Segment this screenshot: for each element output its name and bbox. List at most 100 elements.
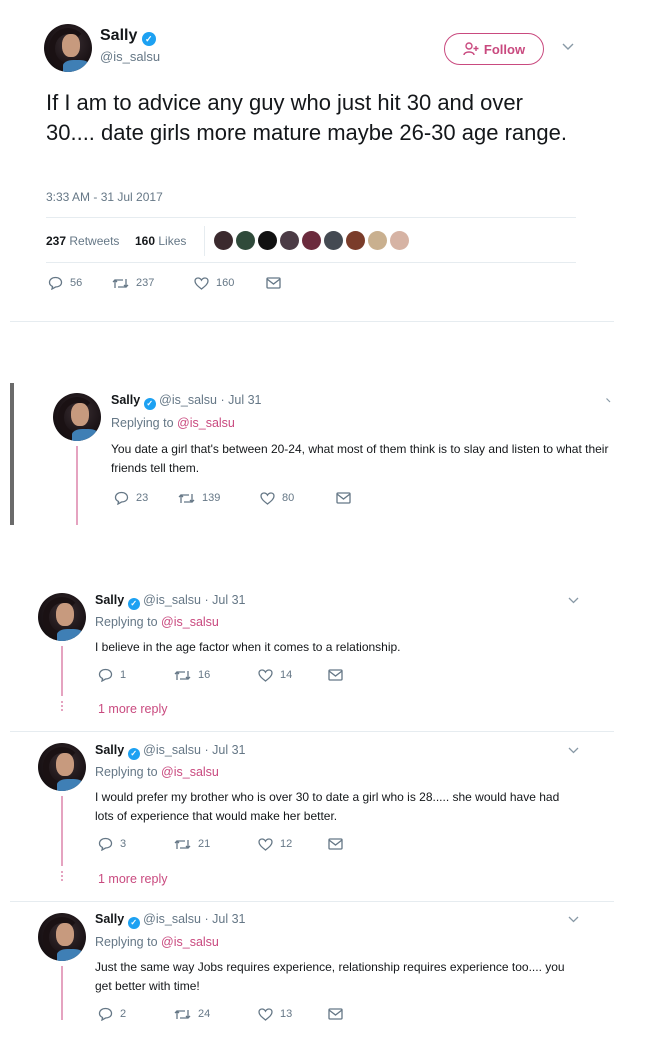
main-tweet-actions: 56 237 160	[48, 276, 281, 290]
main-tweet-avatar[interactable]	[44, 24, 92, 72]
add-user-icon	[463, 42, 479, 56]
reply-header: Sally ✓ @is_salsu · Jul 31	[95, 743, 246, 760]
liker-avatar[interactable]	[390, 231, 409, 250]
reply-handle[interactable]: @is_salsu	[143, 743, 201, 757]
reply-button[interactable]: 1	[98, 668, 174, 682]
retweet-button[interactable]: 24	[174, 1008, 258, 1021]
reply-date[interactable]: · Jul 31	[205, 593, 246, 607]
likes-label: Likes	[158, 234, 187, 248]
envelope-icon	[328, 1008, 343, 1020]
like-button[interactable]: 160	[194, 276, 266, 290]
follow-button[interactable]: Follow	[444, 33, 544, 65]
reply-handle[interactable]: @is_salsu	[143, 912, 201, 926]
message-button[interactable]	[328, 838, 343, 850]
retweet-button[interactable]: 21	[174, 838, 258, 851]
heart-icon	[258, 668, 273, 682]
reply-date[interactable]: · Jul 31	[205, 912, 246, 926]
chevron-down-icon[interactable]	[568, 747, 579, 754]
retweet-button[interactable]: 237	[112, 277, 194, 290]
retweet-icon	[112, 278, 129, 288]
retweet-button[interactable]: 139	[178, 492, 260, 505]
liker-avatar[interactable]	[368, 231, 387, 250]
replying-to-link[interactable]: @is_salsu	[161, 935, 219, 949]
liker-avatar[interactable]	[302, 231, 321, 250]
reply-date[interactable]: · Jul 31	[221, 393, 262, 407]
reply-button[interactable]: 56	[48, 276, 112, 290]
message-button[interactable]	[266, 277, 281, 289]
divider	[10, 731, 614, 732]
reply-button[interactable]: 3	[98, 837, 174, 851]
retweet-icon	[178, 493, 195, 503]
reply-text: I would prefer my brother who is over 30…	[95, 790, 560, 823]
reply-button[interactable]: 23	[114, 491, 178, 505]
retweet-icon	[174, 670, 191, 680]
reply-count: 3	[120, 838, 127, 850]
chevron-down-icon[interactable]	[562, 43, 574, 51]
reply-avatar[interactable]	[38, 913, 86, 961]
reply-count: 56	[70, 277, 83, 289]
reply-avatar[interactable]	[53, 393, 101, 441]
message-button[interactable]	[328, 1008, 343, 1020]
chevron-down-icon[interactable]	[568, 597, 579, 604]
envelope-icon	[266, 277, 281, 289]
reply-button[interactable]: 2	[98, 1007, 174, 1021]
retweet-button[interactable]: 16	[174, 669, 258, 682]
reply-header: Sally ✓ @is_salsu · Jul 31	[95, 912, 246, 929]
liker-avatars[interactable]	[214, 231, 412, 250]
liker-avatar[interactable]	[258, 231, 277, 250]
like-button[interactable]: 14	[258, 668, 328, 682]
liker-avatar[interactable]	[280, 231, 299, 250]
retweet-count: 21	[198, 838, 211, 850]
liker-avatar[interactable]	[214, 231, 233, 250]
message-button[interactable]	[336, 492, 351, 504]
replying-prefix: Replying to	[95, 615, 158, 629]
verified-icon: ✓	[127, 917, 140, 929]
reply-handle[interactable]: @is_salsu	[159, 393, 217, 407]
retweets-stat[interactable]: 237 Retweets	[46, 234, 119, 248]
message-button[interactable]	[328, 669, 343, 681]
main-tweet-timestamp[interactable]: 3:33 AM - 31 Jul 2017	[46, 190, 163, 204]
reply-name[interactable]: Sally	[95, 912, 124, 926]
like-count: 12	[280, 838, 293, 850]
reply-handle[interactable]: @is_salsu	[143, 593, 201, 607]
chevron-down-icon[interactable]	[606, 398, 612, 403]
retweet-icon	[174, 839, 191, 849]
replying-prefix: Replying to	[95, 935, 158, 949]
reply-count: 23	[136, 492, 149, 504]
more-replies-link[interactable]: 1 more reply	[98, 872, 167, 886]
retweets-label: Retweets	[69, 234, 120, 248]
likes-count: 160	[135, 234, 156, 248]
liker-avatar[interactable]	[236, 231, 255, 250]
verified-icon: ✓	[127, 598, 140, 610]
main-tweet-text: If I am to advice any guy who just hit 3…	[46, 90, 567, 145]
likes-stat[interactable]: 160 Likes	[135, 234, 186, 248]
replying-to-link[interactable]: @is_salsu	[161, 615, 219, 629]
reply-name[interactable]: Sally	[111, 393, 140, 407]
reply-name[interactable]: Sally	[95, 743, 124, 757]
divider	[10, 321, 614, 322]
envelope-icon	[328, 669, 343, 681]
main-tweet-name[interactable]: Sally	[100, 27, 137, 44]
thread-line	[61, 646, 63, 696]
reply-name[interactable]: Sally	[95, 593, 124, 607]
divider	[204, 226, 205, 256]
like-button[interactable]: 13	[258, 1007, 328, 1021]
like-button[interactable]: 12	[258, 837, 328, 851]
reply-text: I believe in the age factor when it come…	[95, 640, 401, 654]
chevron-down-icon[interactable]	[568, 916, 579, 923]
verified-icon: ✓	[127, 748, 140, 760]
reply-avatar[interactable]	[38, 593, 86, 641]
main-tweet-handle[interactable]: @is_salsu	[100, 49, 160, 64]
replying-to-link[interactable]: @is_salsu	[177, 416, 235, 430]
liker-avatar[interactable]	[346, 231, 365, 250]
heart-icon	[258, 837, 273, 851]
replying-to-link[interactable]: @is_salsu	[161, 765, 219, 779]
more-replies-link[interactable]: 1 more reply	[98, 702, 167, 716]
retweet-count: 24	[198, 1008, 211, 1020]
like-button[interactable]: 80	[260, 491, 336, 505]
liker-avatar[interactable]	[324, 231, 343, 250]
reply-count: 2	[120, 1008, 127, 1020]
reply-avatar[interactable]	[38, 743, 86, 791]
like-count: 14	[280, 669, 293, 681]
reply-date[interactable]: · Jul 31	[205, 743, 246, 757]
